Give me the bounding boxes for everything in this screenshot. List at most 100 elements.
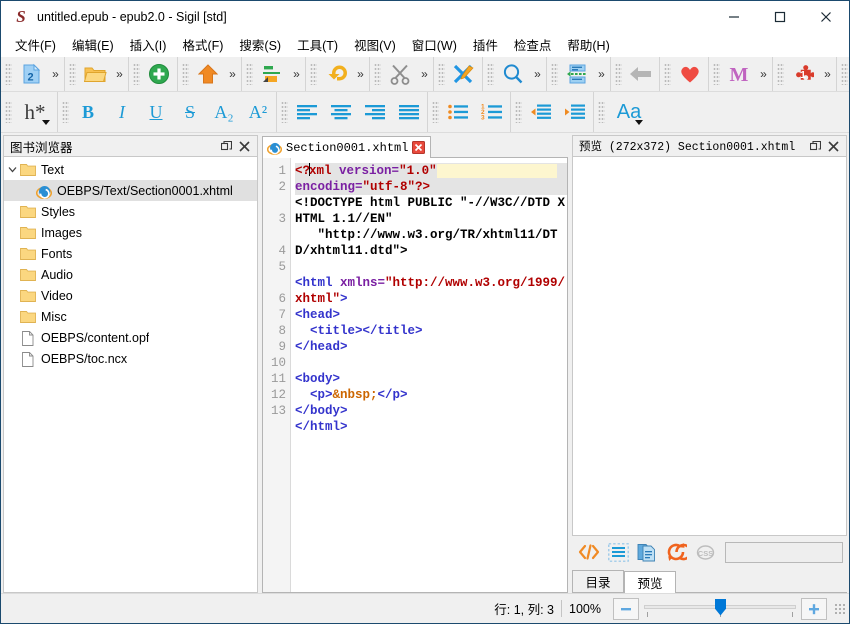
toolbar-grip[interactable]: [133, 63, 140, 85]
tree-item-styles[interactable]: Styles: [4, 201, 257, 222]
bullet-list-button[interactable]: [441, 95, 475, 129]
tree-item-content-opf[interactable]: OEBPS/content.opf: [4, 327, 257, 348]
toolbar-grip[interactable]: [551, 63, 558, 85]
menu-checkpoints[interactable]: 检查点: [506, 33, 560, 56]
menu-edit[interactable]: 编辑(E): [64, 33, 122, 56]
toolbar-overflow-2[interactable]: »: [112, 67, 127, 81]
toolbar-grip[interactable]: [62, 101, 69, 123]
undo-button[interactable]: [319, 59, 353, 89]
menu-insert[interactable]: 插入(I): [122, 33, 175, 56]
menu-format[interactable]: 格式(F): [174, 33, 231, 56]
toolbar-grip[interactable]: [246, 63, 253, 85]
toolbar-overflow-6[interactable]: »: [417, 67, 432, 81]
cut-button[interactable]: [383, 59, 417, 89]
bold-button[interactable]: B: [71, 95, 105, 129]
tree-item-text[interactable]: Text: [4, 159, 257, 180]
toolbar-grip[interactable]: [281, 101, 288, 123]
close-panel-button[interactable]: [235, 137, 253, 155]
toolbar-grip[interactable]: [182, 63, 189, 85]
toolbar-overflow-8[interactable]: »: [594, 67, 609, 81]
move-up-button[interactable]: [191, 59, 225, 89]
toolbar-grip[interactable]: [438, 63, 445, 85]
code-view-button[interactable]: [576, 539, 602, 565]
toolbar-grip[interactable]: [374, 63, 381, 85]
toolbar-grip[interactable]: [515, 101, 522, 123]
menu-plugins[interactable]: 插件: [465, 33, 506, 56]
toolbar-grip[interactable]: [598, 101, 605, 123]
toolbar-overflow-5[interactable]: »: [353, 67, 368, 81]
zoom-slider-thumb[interactable]: [715, 599, 726, 616]
close-button[interactable]: [803, 1, 849, 32]
reload-preview-button[interactable]: [663, 539, 689, 565]
toolbar-grip[interactable]: [713, 63, 720, 85]
strikethrough-button[interactable]: S: [173, 95, 207, 129]
preview-path-field[interactable]: [725, 542, 843, 563]
tree-item-misc[interactable]: Misc: [4, 306, 257, 327]
toolbar-overflow-7[interactable]: »: [530, 67, 545, 81]
chevron-down-icon[interactable]: [4, 159, 20, 180]
split-marker-button[interactable]: [255, 59, 289, 89]
add-file-button[interactable]: [142, 59, 176, 89]
maximize-button[interactable]: [757, 1, 803, 32]
editor-tab-section0001[interactable]: Section0001.xhtml: [262, 136, 431, 158]
heart-button[interactable]: [673, 59, 707, 89]
split-view-button[interactable]: [634, 539, 660, 565]
float-panel-button[interactable]: [806, 137, 824, 155]
toolbar-grip[interactable]: [841, 63, 848, 85]
menu-tools[interactable]: 工具(T): [289, 33, 346, 56]
subscript-button[interactable]: A₂: [207, 95, 241, 129]
window-resize-grip[interactable]: [834, 603, 846, 615]
zoom-out-button[interactable]: [613, 598, 639, 620]
italic-button[interactable]: I: [105, 95, 139, 129]
menu-window[interactable]: 窗口(W): [404, 33, 465, 56]
toolbar-grip[interactable]: [432, 101, 439, 123]
menu-search[interactable]: 搜索(S): [231, 33, 289, 56]
numbered-list-button[interactable]: 1 2 3: [475, 95, 509, 129]
decrease-indent-button[interactable]: [524, 95, 558, 129]
toolbar-grip[interactable]: [777, 63, 784, 85]
toolbar-overflow-4[interactable]: »: [289, 67, 304, 81]
plugin1-button[interactable]: 1: [786, 59, 820, 89]
close-panel-button[interactable]: [824, 137, 842, 155]
find-replace-button[interactable]: [496, 59, 530, 89]
tree-item-section0001[interactable]: OEBPS/Text/Section0001.xhtml: [4, 180, 257, 201]
underline-button[interactable]: U: [139, 95, 173, 129]
open-file-button[interactable]: [78, 59, 112, 89]
zoom-slider[interactable]: [644, 599, 796, 619]
toolbar-overflow-10[interactable]: »: [820, 67, 835, 81]
menu-file[interactable]: 文件(F): [7, 33, 64, 56]
code-content[interactable]: <?xml version="1.0" encoding="utf-8"?><!…: [291, 158, 567, 592]
minimize-button[interactable]: [711, 1, 757, 32]
align-center-button[interactable]: [324, 95, 358, 129]
toolbar-grip[interactable]: [310, 63, 317, 85]
close-tab-button[interactable]: [412, 141, 425, 154]
toolbar-grip[interactable]: [487, 63, 494, 85]
align-justify-button[interactable]: [392, 95, 426, 129]
toolbar-grip[interactable]: [69, 63, 76, 85]
superscript-button[interactable]: A²: [241, 95, 275, 129]
zoom-in-button[interactable]: [801, 598, 827, 620]
heading-style-button[interactable]: h*: [14, 95, 56, 129]
tree-item-fonts[interactable]: Fonts: [4, 243, 257, 264]
toolbar-grip[interactable]: [615, 63, 622, 85]
code-editor-area[interactable]: 12 3 45 678910111213 <?xml version="1.0"…: [262, 158, 568, 593]
align-right-button[interactable]: [358, 95, 392, 129]
text-case-button[interactable]: Aa: [607, 95, 651, 129]
menu-help[interactable]: 帮助(H): [559, 33, 617, 56]
tab-toc[interactable]: 目录: [572, 570, 624, 592]
book-browser-tree[interactable]: Text OEBPS/Text/Section0001.xhtml: [3, 156, 258, 593]
align-left-button[interactable]: [290, 95, 324, 129]
css-inspect-button[interactable]: CSS: [692, 539, 718, 565]
metadata-editor-button[interactable]: [560, 59, 594, 89]
tree-item-toc-ncx[interactable]: OEBPS/toc.ncx: [4, 348, 257, 369]
tree-item-images[interactable]: Images: [4, 222, 257, 243]
toolbar-grip[interactable]: [5, 101, 12, 123]
tab-preview[interactable]: 预览: [624, 571, 676, 593]
book-view-button[interactable]: [605, 539, 631, 565]
toolbar-grip[interactable]: [5, 63, 12, 85]
tree-item-audio[interactable]: Audio: [4, 264, 257, 285]
menu-view[interactable]: 视图(V): [346, 33, 404, 56]
m-button[interactable]: M: [722, 59, 756, 89]
toolbar-overflow-3[interactable]: »: [225, 67, 240, 81]
back-button[interactable]: [624, 59, 658, 89]
